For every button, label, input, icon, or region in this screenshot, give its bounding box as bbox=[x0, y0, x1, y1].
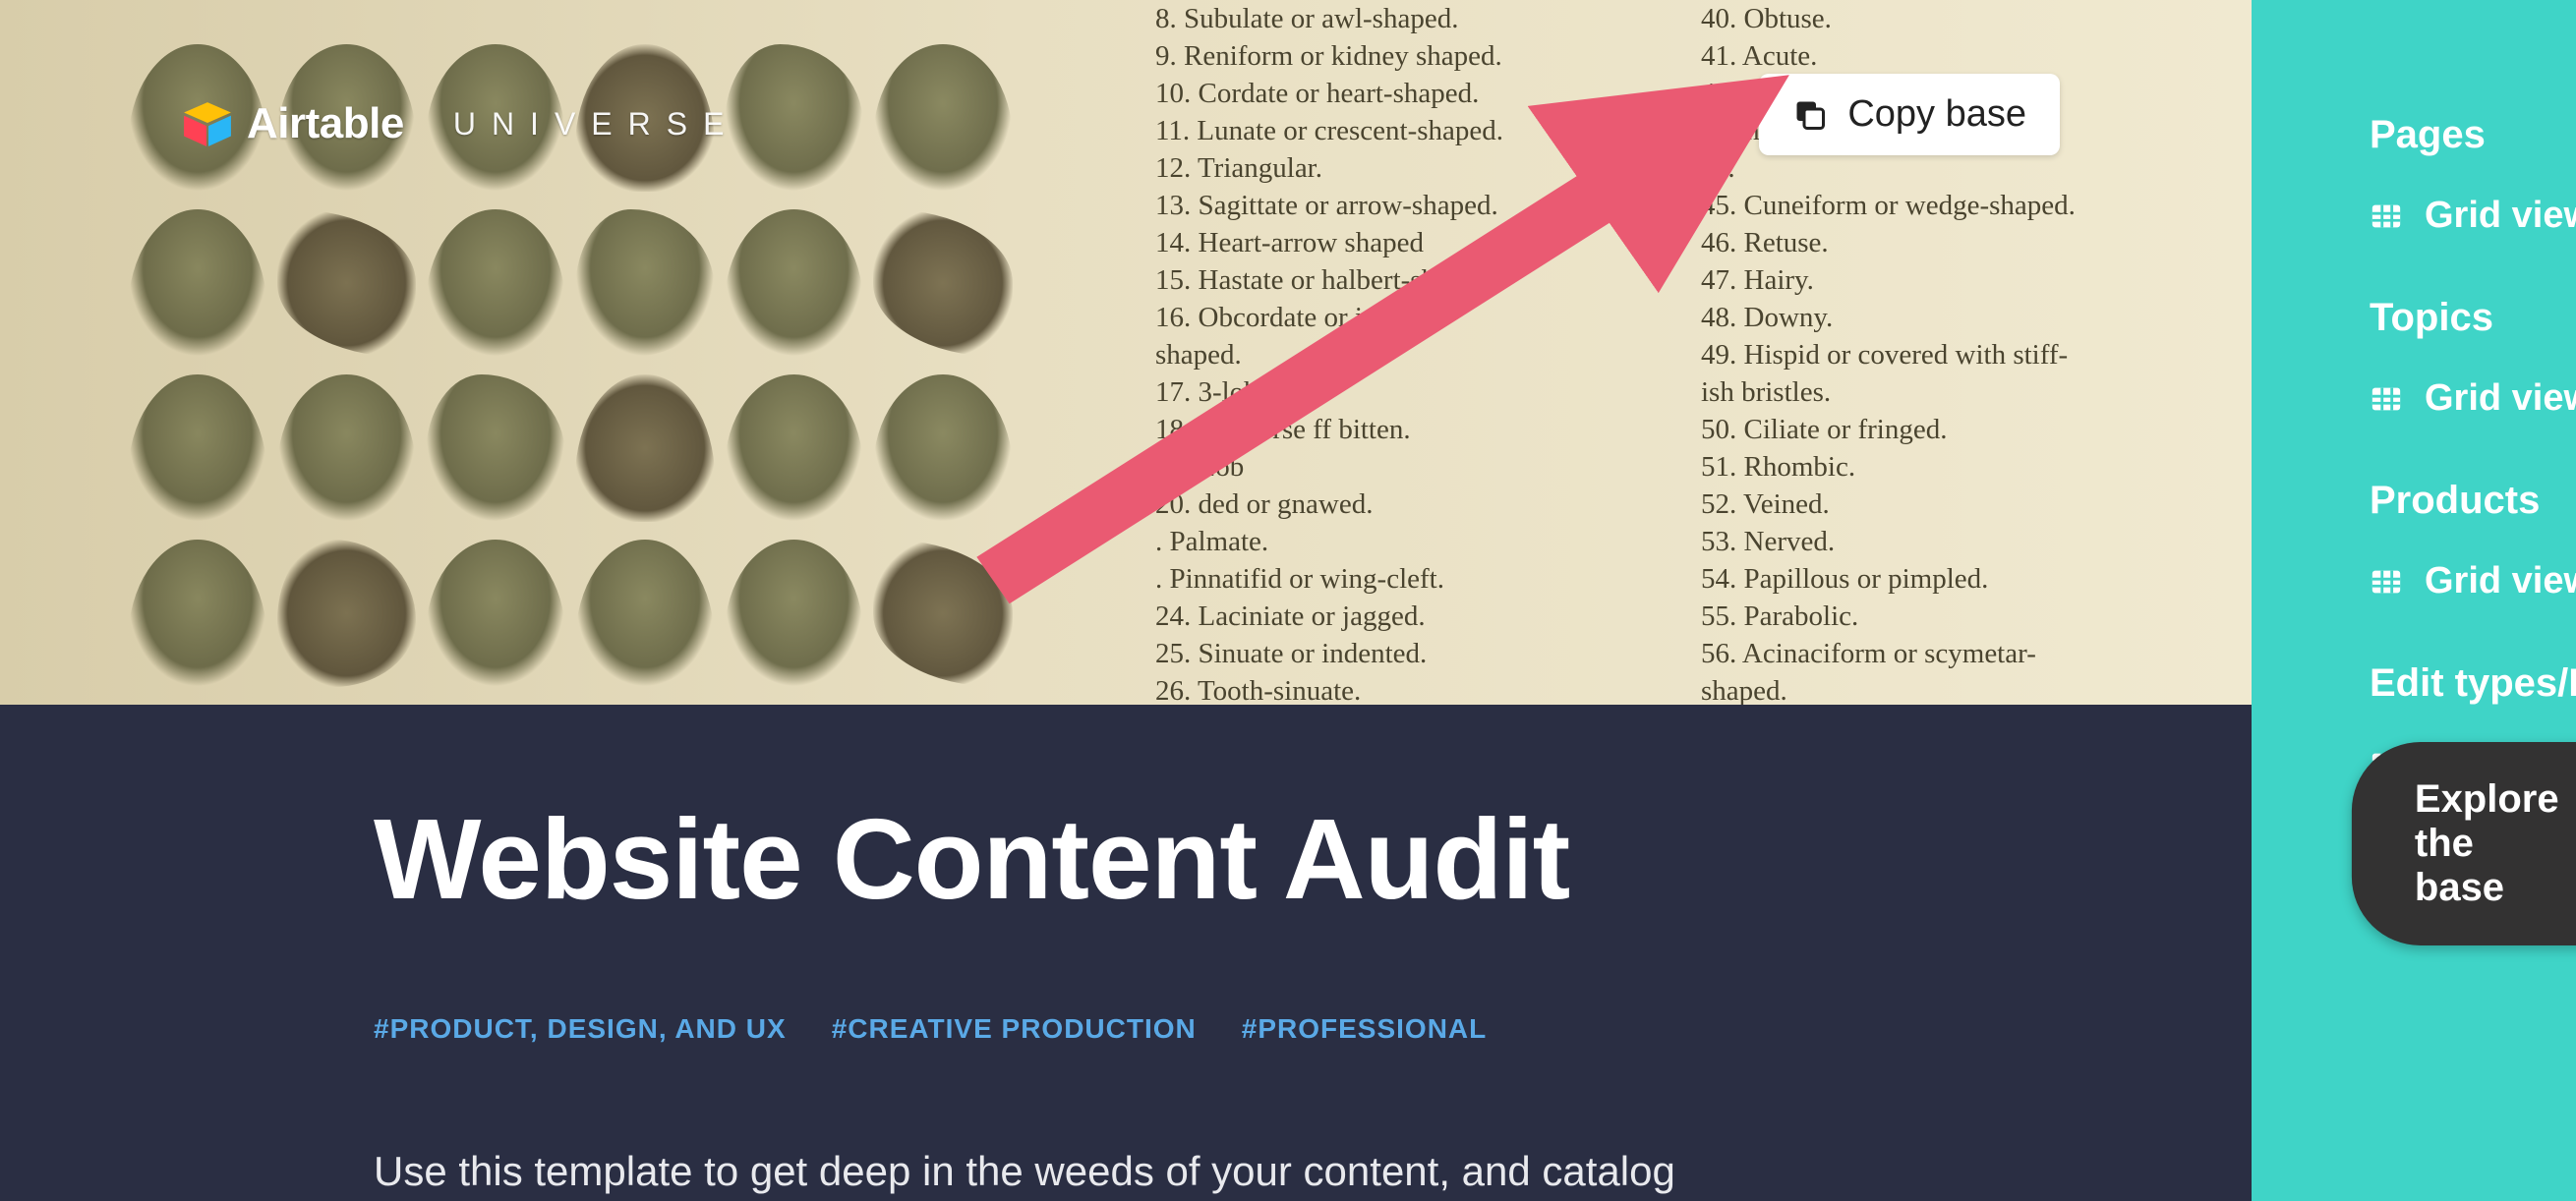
book-text-line: 11. Lunate or crescent-shaped. bbox=[1155, 112, 1686, 149]
leaf-illustration bbox=[725, 540, 864, 687]
leaf-illustration bbox=[575, 209, 715, 357]
main-area: 8. Subulate or awl-shaped.9. Reniform or… bbox=[0, 0, 2252, 1201]
book-text-line: 50. Ciliate or fringed. bbox=[1701, 411, 2153, 448]
book-text-line: 26. Tooth-sinuate. bbox=[1155, 672, 1686, 705]
book-text-line: 15. Hastate or halbert-sh bbox=[1155, 261, 1686, 299]
sidebar-table-name[interactable]: Pages bbox=[2370, 113, 2576, 157]
book-text-line: 46. Retuse. bbox=[1701, 224, 2153, 261]
book-text-line: 48. Downy. bbox=[1701, 299, 2153, 336]
book-text-line: ish bristles. bbox=[1701, 373, 2153, 411]
airtable-logo[interactable]: Airtable bbox=[182, 98, 404, 149]
book-text-line: 56. Acinaciform or scymetar- bbox=[1701, 635, 2153, 672]
grid-view-icon bbox=[2370, 565, 2403, 599]
tag-list: #PRODUCT, DESIGN, AND UX #CREATIVE PRODU… bbox=[374, 1013, 1878, 1045]
book-text-line: shaped. bbox=[1155, 336, 1686, 373]
leaf-illustration bbox=[725, 44, 864, 192]
book-text-line: 45. Cuneiform or wedge-shaped. bbox=[1701, 187, 2153, 224]
leaf-illustration bbox=[426, 540, 565, 687]
grid-view-label: Grid view bbox=[2425, 560, 2576, 602]
book-text-line: 25. Sinuate or indented. bbox=[1155, 635, 1686, 672]
copy-base-button[interactable]: Copy base bbox=[1759, 74, 2060, 155]
book-text-line: 12. Triangular. bbox=[1155, 149, 1686, 187]
grid-view-label: Grid view bbox=[2425, 195, 2576, 237]
leaf-illustration bbox=[277, 540, 417, 687]
book-text-line: 51. Rhombic. bbox=[1701, 448, 2153, 486]
sidebar-grid-view-link[interactable]: Grid view bbox=[2370, 560, 2576, 602]
sidebar-group: Topics Grid view bbox=[2370, 296, 2576, 420]
leaf-illustration bbox=[277, 374, 417, 522]
template-description: Use this template to get deep in the wee… bbox=[374, 1143, 1878, 1201]
book-text-line: 9. Reniform or kidney shaped. bbox=[1155, 37, 1686, 75]
book-text-line: 47. Hairy. bbox=[1701, 261, 2153, 299]
grid-view-icon bbox=[2370, 200, 2403, 233]
brand-header: Airtable UNIVERSE bbox=[182, 98, 739, 149]
sidebar-grid-view-link[interactable]: Grid view bbox=[2370, 377, 2576, 420]
book-text-line: 41. Acute. bbox=[1701, 37, 2153, 75]
tag-product-design-ux[interactable]: #PRODUCT, DESIGN, AND UX bbox=[374, 1013, 787, 1045]
leaf-illustration bbox=[128, 540, 267, 687]
sidebar-group: Products Grid view bbox=[2370, 479, 2576, 602]
book-text-line: 20. ded or gnawed. bbox=[1155, 486, 1686, 523]
universe-wordmark[interactable]: UNIVERSE bbox=[453, 106, 740, 143]
leaf-illustration bbox=[128, 374, 267, 522]
book-text-line: shaped. bbox=[1701, 672, 2153, 705]
book-text-line: 55. Parabolic. bbox=[1701, 598, 2153, 635]
leaf-illustration bbox=[575, 374, 715, 522]
copy-base-label: Copy base bbox=[1847, 93, 2026, 136]
leaf-illustration bbox=[277, 209, 417, 357]
book-text-line: 54. Papillous or pimpled. bbox=[1701, 560, 2153, 598]
leaf-illustration bbox=[873, 44, 1013, 192]
grid-view-label: Grid view bbox=[2425, 377, 2576, 420]
leaf-illustration bbox=[725, 209, 864, 357]
sidebar-grid-view-link[interactable]: Grid view bbox=[2370, 195, 2576, 237]
page-title: Website Content Audit bbox=[374, 793, 1878, 925]
leaf-illustration bbox=[873, 540, 1013, 687]
leaf-illustration bbox=[426, 209, 565, 357]
book-text-line: 10. Cordate or heart-shaped. bbox=[1155, 75, 1686, 112]
sidebar-group: Pages Grid view bbox=[2370, 113, 2576, 237]
content-band: Website Content Audit #PRODUCT, DESIGN, … bbox=[0, 705, 2252, 1201]
leaf-illustration bbox=[128, 209, 267, 357]
leaf-illustration bbox=[873, 374, 1013, 522]
book-text-line: 18. Premorse ff bitten. bbox=[1155, 411, 1686, 448]
book-text-line: 40. Obtuse. bbox=[1701, 0, 2153, 37]
leaf-illustration bbox=[575, 540, 715, 687]
explore-base-button[interactable]: Explore the base ➞ bbox=[2352, 742, 2576, 945]
leaf-illustration bbox=[426, 374, 565, 522]
leaf-illustration bbox=[725, 374, 864, 522]
book-text-line: 13. Sagittate or arrow-shaped. bbox=[1155, 187, 1686, 224]
book-text-line: 16. Obcordate or invers bbox=[1155, 299, 1686, 336]
book-text-line: 19. Lob bbox=[1155, 448, 1686, 486]
book-text-line: 17. 3-lobed. bbox=[1155, 373, 1686, 411]
book-text-line: 49. Hispid or covered with stiff- bbox=[1701, 336, 2153, 373]
sidebar-table-name[interactable]: Products bbox=[2370, 479, 2576, 523]
book-text-line: 52. Veined. bbox=[1701, 486, 2153, 523]
book-text-line: . Palmate. bbox=[1155, 523, 1686, 560]
hero-image: 8. Subulate or awl-shaped.9. Reniform or… bbox=[0, 0, 2252, 705]
book-text-line: 8. Subulate or awl-shaped. bbox=[1155, 0, 1686, 37]
grid-view-icon bbox=[2370, 382, 2403, 416]
book-text-line: 24. Laciniate or jagged. bbox=[1155, 598, 1686, 635]
book-text-line: . Pinnatifid or wing-cleft. bbox=[1155, 560, 1686, 598]
copy-icon bbox=[1792, 97, 1828, 133]
book-text-line: 53. Nerved. bbox=[1701, 523, 2153, 560]
tag-professional[interactable]: #PROFESSIONAL bbox=[1242, 1013, 1487, 1045]
sidebar-table-name[interactable]: Edit types/Heuristi... bbox=[2370, 661, 2576, 706]
explore-base-label: Explore the base bbox=[2415, 777, 2559, 910]
base-sidebar: Pages Grid viewTopics Grid viewProducts … bbox=[2252, 0, 2576, 1201]
airtable-wordmark: Airtable bbox=[247, 99, 404, 148]
airtable-logo-icon bbox=[182, 98, 233, 149]
hero-book-text-left: 8. Subulate or awl-shaped.9. Reniform or… bbox=[1155, 0, 1686, 705]
tag-creative-production[interactable]: #CREATIVE PRODUCTION bbox=[832, 1013, 1197, 1045]
leaf-illustration bbox=[873, 209, 1013, 357]
sidebar-table-name[interactable]: Topics bbox=[2370, 296, 2576, 340]
book-text-line: 14. Heart-arrow shaped bbox=[1155, 224, 1686, 261]
